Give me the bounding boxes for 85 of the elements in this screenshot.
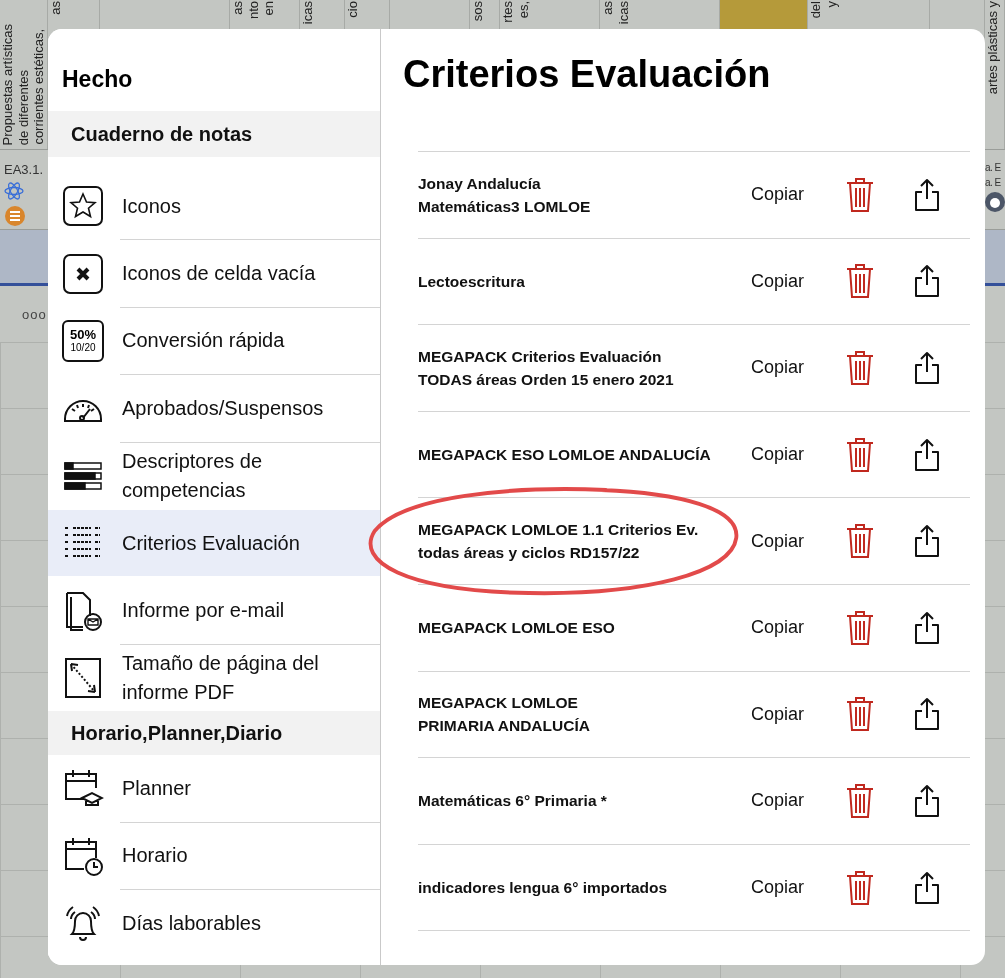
column-header-text: es, (515, 1, 531, 19)
delete-button[interactable] (846, 782, 874, 819)
column-header-text: icas (615, 1, 631, 25)
share-button[interactable] (914, 783, 940, 818)
list-circle-icon (4, 205, 26, 227)
criteria-set-name: MEGAPACK LOMLOE ESO (418, 618, 616, 639)
column-header-text: en (261, 1, 277, 16)
criteria-set-name: MEGAPACK ESO LOMLOE ANDALUCÍA (418, 445, 712, 466)
copy-button[interactable]: Copiar (751, 530, 846, 552)
copy-button[interactable]: Copiar (751, 790, 846, 812)
column-header-text: as (600, 1, 616, 15)
column-header-text: icas (300, 1, 316, 25)
column-header-text: cio (345, 1, 361, 18)
column-header-text: del (808, 1, 824, 19)
criteria-set-name: Jonay Andalucía Matemáticas3 LOMLOE (418, 173, 592, 217)
code-text: EA3.1. (4, 162, 45, 177)
dots-text: ooo (22, 306, 47, 322)
copy-button[interactable]: Copiar (751, 444, 846, 466)
copy-button[interactable]: Copiar (751, 357, 846, 379)
share-icon (914, 870, 940, 905)
criteria-set-name: indicadores lengua 6° importados (418, 878, 669, 899)
delete-button[interactable] (846, 696, 874, 733)
column-header-text: as (48, 1, 64, 15)
cross-icon (62, 252, 104, 295)
code-text: a. E (985, 162, 1002, 173)
copy-button[interactable]: Copiar (751, 703, 846, 725)
done-button[interactable]: Hecho (62, 55, 380, 103)
trash-icon (846, 350, 874, 386)
share-button[interactable] (914, 351, 940, 385)
share-button[interactable] (914, 264, 940, 299)
share-button[interactable] (914, 177, 940, 212)
share-button[interactable] (914, 870, 940, 905)
column-header-text: corrientes estéticas, (31, 29, 47, 145)
share-icon (914, 177, 940, 212)
share-icon (914, 524, 940, 559)
atom-icon (4, 181, 24, 201)
copy-button[interactable]: Copiar (751, 877, 846, 899)
column-header-text: nto (245, 1, 261, 20)
trash-icon (846, 696, 874, 733)
percent-badge-icon: 50% 10/20 (62, 319, 104, 362)
share-icon (914, 697, 940, 732)
share-button[interactable] (914, 437, 940, 472)
delete-button[interactable] (846, 523, 874, 560)
share-icon (914, 783, 940, 818)
trash-icon (846, 523, 874, 560)
criteria-set-name: Lectoescritura (418, 271, 526, 292)
column-header-text: as (230, 1, 246, 15)
criteria-set-name: MEGAPACK LOMLOE PRIMARIA ANDALUCÍA (418, 693, 591, 737)
share-icon (914, 437, 940, 472)
trash-icon (846, 609, 874, 646)
page-title: Criterios Evaluación (403, 53, 772, 97)
column-header-text: artes plásticas y (985, 1, 1001, 95)
delete-button[interactable] (846, 350, 874, 386)
copy-button[interactable]: Copiar (751, 184, 846, 206)
column-header-text: y (823, 1, 839, 8)
criteria-set-name: MEGAPACK Criterios Evaluación TODAS áreas Orden 15 enero 2021 (418, 347, 675, 390)
share-button[interactable] (914, 524, 940, 559)
criteria-set-name: MEGAPACK LOMLOE 1.1 Criterios Ev. todas áreas y ciclos RD157/22 (418, 520, 700, 564)
resize-page-icon (62, 656, 104, 699)
section-header: Cuaderno de notas (48, 111, 380, 157)
share-button[interactable] (914, 610, 940, 645)
column-header-text: sos (470, 1, 486, 22)
column-header-text: rtes (500, 1, 516, 23)
delete-button[interactable] (846, 609, 874, 646)
trash-icon (846, 869, 874, 906)
section-header: Horario,Planner,Diario (48, 711, 380, 756)
delete-button[interactable] (846, 436, 874, 473)
share-icon (914, 610, 940, 645)
trash-icon (846, 176, 874, 213)
share-icon (914, 264, 940, 299)
column-header-text: Propuestas artísticas (0, 23, 16, 145)
copy-button[interactable]: Copiar (751, 270, 846, 292)
delete-button[interactable] (846, 869, 874, 906)
trash-icon (846, 782, 874, 819)
code-text: a. E (985, 177, 1002, 188)
trash-icon (846, 263, 874, 300)
share-button[interactable] (914, 697, 940, 732)
delete-button[interactable] (846, 263, 874, 300)
criteria-set-name: Matemáticas 6° Primaria * (418, 791, 608, 812)
sidebar-item[interactable]: Criterios Evaluación (48, 509, 380, 577)
share-icon (914, 351, 940, 385)
trash-icon (846, 436, 874, 473)
column-header-text: de diferentes (15, 69, 31, 145)
delete-button[interactable] (846, 176, 874, 213)
copy-button[interactable]: Copiar (751, 617, 846, 639)
